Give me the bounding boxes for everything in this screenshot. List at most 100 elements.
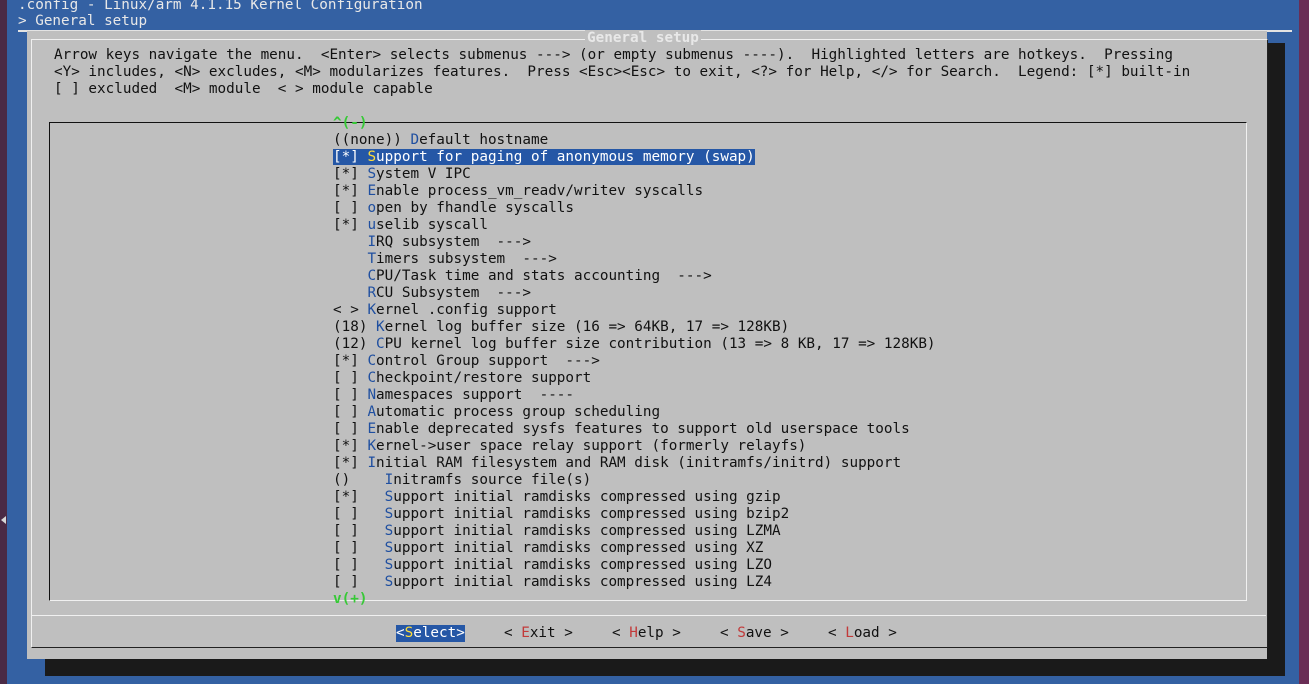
menu-item[interactable]: [ ] Support initial ramdisks compressed …: [333, 574, 936, 591]
menu-item-prefix: [*]: [333, 353, 368, 369]
menu-item[interactable]: () Initramfs source file(s): [333, 472, 936, 489]
menu-item[interactable]: [*] Support initial ramdisks compressed …: [333, 489, 936, 506]
menu-item[interactable]: [ ] open by fhandle syscalls: [333, 200, 936, 217]
menu-item-label: ernel log buffer size (16 => 64KB, 17 =>…: [384, 319, 790, 335]
menu-item-text: [*] uselib syscall: [333, 217, 488, 233]
launcher-arrow-icon: [1, 516, 6, 524]
menu-item-prefix: (18): [333, 319, 377, 335]
menu-item[interactable]: ((none)) Default hostname: [333, 132, 936, 149]
menu-item-text: Timers subsystem --->: [333, 251, 557, 267]
menu-item[interactable]: [*] Initial RAM filesystem and RAM disk …: [333, 455, 936, 472]
menu-item[interactable]: [*] Control Group support --->: [333, 353, 936, 370]
menu-item-text: CPU/Task time and stats accounting --->: [333, 268, 711, 284]
menu-item-text: [ ] open by fhandle syscalls: [333, 200, 574, 216]
menu-item-label: upport initial ramdisks compressed using…: [393, 557, 772, 573]
menu-item-hotkey: C: [367, 370, 377, 386]
menu-item[interactable]: RCU Subsystem --->: [333, 285, 936, 302]
menu-item[interactable]: [ ] Enable deprecated sysfs features to …: [333, 421, 936, 438]
menu-item[interactable]: [*] uselib syscall: [333, 217, 936, 234]
button-hotkey: S: [404, 625, 414, 641]
menu-item[interactable]: [*] Kernel->user space relay support (fo…: [333, 438, 936, 455]
help-button[interactable]: < Help >: [612, 625, 681, 642]
breadcrumb: > General setup: [18, 13, 148, 29]
menu-item[interactable]: [ ] Checkpoint/restore support: [333, 370, 936, 387]
menu-item[interactable]: [ ] Namespaces support ----: [333, 387, 936, 404]
menu-item-text: [ ] Support initial ramdisks compressed …: [333, 506, 789, 522]
menu-item-label: pen by fhandle syscalls: [376, 200, 575, 216]
menu-item-prefix: [*]: [333, 183, 368, 199]
menu-item-prefix: [ ]: [333, 574, 385, 590]
menu-item-text: [ ] Automatic process group scheduling: [333, 404, 660, 420]
menu-item-label: ontrol Group support --->: [376, 353, 600, 369]
menu-item[interactable]: [*] Enable process_vm_readv/writev sysca…: [333, 183, 936, 200]
menu-item-prefix: [333, 268, 367, 284]
menu-list: ((none)) Default hostname [*] Support for…: [333, 132, 936, 591]
menu-item-hotkey: K: [376, 319, 385, 335]
menu-item-hotkey: S: [384, 489, 394, 505]
menu-item-hotkey: C: [367, 353, 377, 369]
scroll-up-indicator[interactable]: ^(-): [333, 115, 367, 132]
button-text: oad >: [853, 625, 897, 641]
menu-item-hotkey: S: [384, 540, 394, 556]
menu-item-label: CU Subsystem --->: [376, 285, 531, 301]
menu-item-label: PU kernel log buffer size contribution (…: [384, 336, 936, 352]
menu-item[interactable]: (12) CPU kernel log buffer size contribu…: [333, 336, 936, 353]
menu-item-text: [ ] Checkpoint/restore support: [333, 370, 591, 386]
menu-item[interactable]: (18) Kernel log buffer size (16 => 64KB,…: [333, 319, 936, 336]
menu-item-label: heckpoint/restore support: [376, 370, 592, 386]
button-text: elect>: [413, 625, 465, 641]
menu-item-text: () Initramfs source file(s): [333, 472, 591, 488]
menu-item-label: imers subsystem --->: [376, 251, 557, 267]
menu-item-prefix: [ ]: [333, 370, 368, 386]
menu-item-text: [ ] Support initial ramdisks compressed …: [333, 523, 781, 539]
button-text: <: [612, 625, 630, 641]
button-separator: [31, 615, 1266, 616]
menu-item[interactable]: [ ] Support initial ramdisks compressed …: [333, 523, 936, 540]
exit-button[interactable]: < Exit >: [504, 625, 573, 642]
menu-item-hotkey: N: [367, 387, 377, 403]
menu-item[interactable]: [ ] Automatic process group scheduling: [333, 404, 936, 421]
menu-item[interactable]: Timers subsystem --->: [333, 251, 936, 268]
menu-item-label: upport initial ramdisks compressed using…: [393, 574, 772, 590]
menu-item-prefix: (12): [333, 336, 377, 352]
menu-item-label: nable process_vm_readv/writev syscalls: [376, 183, 704, 199]
menu-item[interactable]: [*] Support for paging of anonymous memo…: [333, 149, 936, 166]
menu-item[interactable]: [ ] Support initial ramdisks compressed …: [333, 540, 936, 557]
menu-item-hotkey: u: [367, 217, 377, 233]
load-button[interactable]: < Load >: [828, 625, 897, 642]
menu-item-text: [ ] Namespaces support ----: [333, 387, 574, 403]
menu-item-hotkey: E: [367, 183, 377, 199]
menu-item-label: upport initial ramdisks compressed using…: [393, 506, 790, 522]
menu-item-prefix: [333, 234, 367, 250]
menu-item-prefix: [*]: [333, 217, 368, 233]
menu-item-hotkey: o: [367, 200, 377, 216]
menu-item-label: ernel .config support: [376, 302, 557, 318]
menu-item[interactable]: [ ] Support initial ramdisks compressed …: [333, 506, 936, 523]
menu-item-text: [*] Enable process_vm_readv/writev sysca…: [333, 183, 703, 199]
menu-item[interactable]: [*] System V IPC: [333, 166, 936, 183]
menu-item-prefix: [*]: [333, 149, 368, 165]
button-text: ave >: [745, 625, 789, 641]
select-button[interactable]: <Select>: [396, 625, 465, 642]
menu-item-hotkey: D: [410, 132, 420, 148]
menu-item-prefix: ((none)): [333, 132, 411, 148]
menu-item-hotkey: I: [367, 455, 377, 471]
button-text: <: [504, 625, 522, 641]
button-hotkey: H: [629, 625, 638, 641]
menu-item[interactable]: CPU/Task time and stats accounting --->: [333, 268, 936, 285]
menu-item-hotkey: S: [384, 506, 394, 522]
button-text: <: [720, 625, 738, 641]
menu-item-label: utomatic process group scheduling: [376, 404, 661, 420]
menu-item-hotkey: K: [367, 438, 377, 454]
menu-item[interactable]: [ ] Support initial ramdisks compressed …: [333, 557, 936, 574]
save-button[interactable]: < Save >: [720, 625, 789, 642]
dialog-title: General setup: [585, 30, 701, 47]
menu-item[interactable]: < > Kernel .config support: [333, 302, 936, 319]
scroll-down-indicator[interactable]: v(+): [333, 591, 367, 608]
menu-item-text: [*] Support initial ramdisks compressed …: [333, 489, 781, 505]
menu-item-label: upport initial ramdisks compressed using…: [393, 540, 764, 556]
menu-item-label: amespaces support ----: [376, 387, 575, 403]
help-line: [ ] excluded <M> module < > module capab…: [54, 81, 433, 97]
menu-item-hotkey: C: [367, 268, 377, 284]
menu-item[interactable]: IRQ subsystem --->: [333, 234, 936, 251]
